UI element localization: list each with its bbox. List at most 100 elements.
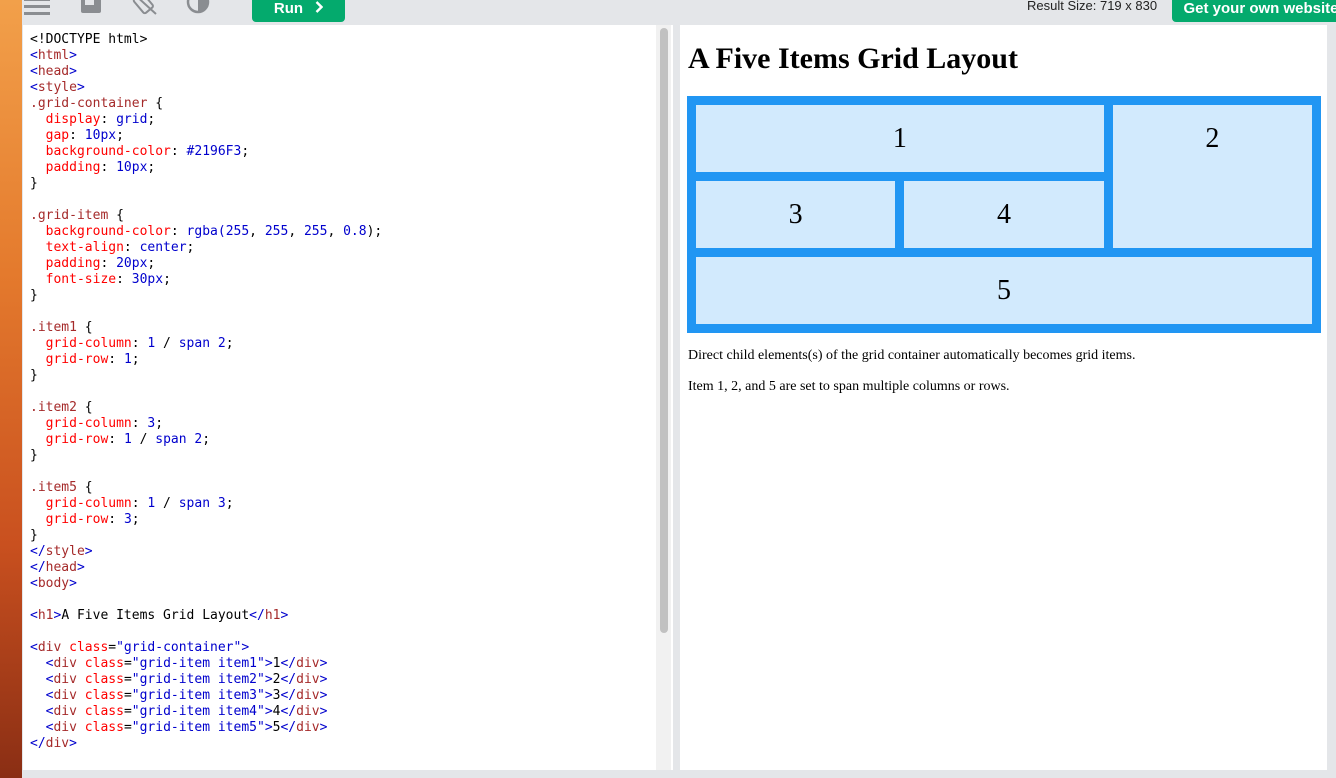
save-icon[interactable]	[80, 0, 102, 19]
code-token: :	[170, 144, 187, 159]
code-line[interactable]: background-color: rgba(255, 255, 255, 0.…	[30, 224, 660, 240]
code-token: head	[45, 560, 77, 575]
code-content[interactable]: <!DOCTYPE html> <html> <head> <style> .grid-…	[30, 32, 660, 752]
code-token: 1	[123, 352, 132, 367]
code-token: div	[296, 720, 320, 735]
code-token: span 2	[155, 432, 203, 447]
code-token: span 3	[178, 496, 226, 511]
code-token: :	[108, 432, 124, 447]
code-token: >	[280, 608, 289, 623]
code-line[interactable]: gap: 10px;	[30, 128, 660, 144]
orientation-icon[interactable]	[132, 0, 158, 21]
code-line[interactable]: <head>	[30, 64, 660, 80]
code-line[interactable]: grid-column: 1 / span 3;	[30, 496, 660, 512]
code-token: >	[84, 544, 93, 559]
menu-icon[interactable]	[24, 0, 50, 21]
grid-item-2: 2	[1112, 105, 1312, 248]
code-token: :	[123, 240, 140, 255]
code-line[interactable]: .item5 {	[30, 480, 660, 496]
code-token: padding	[30, 160, 101, 175]
code-line[interactable]: grid-row: 3;	[30, 512, 660, 528]
code-token: =	[123, 704, 132, 719]
code-token: =	[123, 688, 132, 703]
code-line[interactable]: }	[30, 176, 660, 192]
code-token: .grid-container	[30, 96, 148, 111]
code-line[interactable]: </style>	[30, 544, 660, 560]
code-line[interactable]	[30, 384, 660, 400]
code-token: 255	[264, 224, 289, 239]
code-line[interactable]: background-color: #2196F3;	[30, 144, 660, 160]
code-token: background-color	[30, 144, 171, 159]
code-line[interactable]	[30, 192, 660, 208]
code-line[interactable]: display: grid;	[30, 112, 660, 128]
code-token: class	[84, 688, 124, 703]
code-token: class	[84, 672, 124, 687]
desktop-background	[0, 0, 22, 778]
code-token: font-size	[30, 272, 117, 287]
code-token: style	[37, 80, 77, 95]
code-token: <	[30, 576, 38, 591]
code-line[interactable]: .grid-item {	[30, 208, 660, 224]
code-line[interactable]: .item1 {	[30, 320, 660, 336]
code-token: class	[69, 640, 109, 655]
editor-scroll-thumb[interactable]	[660, 28, 668, 633]
code-token: 30px	[131, 272, 164, 287]
code-token: >	[319, 704, 328, 719]
code-line[interactable]: <div class="grid-item item1">1</div>	[30, 656, 660, 672]
code-editor[interactable]: <!DOCTYPE html> <html> <head> <style> .grid-…	[23, 25, 673, 770]
code-token: center	[139, 240, 187, 255]
code-token: >	[264, 704, 273, 719]
code-token: <	[30, 80, 38, 95]
code-line[interactable]: grid-row: 1;	[30, 352, 660, 368]
code-line[interactable]: }	[30, 528, 660, 544]
code-token: h1	[37, 608, 54, 623]
code-line[interactable]: grid-column: 3;	[30, 416, 660, 432]
code-token: }	[30, 528, 38, 543]
code-line[interactable]: <div class="grid-item item2">2</div>	[30, 672, 660, 688]
code-line[interactable]: <!DOCTYPE html>	[30, 32, 660, 48]
code-token: </	[280, 720, 297, 735]
code-token: </	[30, 560, 46, 575]
code-token: :	[131, 416, 148, 431]
code-line[interactable]: .item2 {	[30, 400, 660, 416]
code-line[interactable]: <body>	[30, 576, 660, 592]
code-line[interactable]: </div>	[30, 736, 660, 752]
code-line[interactable]: grid-column: 1 / span 2;	[30, 336, 660, 352]
code-line[interactable]: padding: 10px;	[30, 160, 660, 176]
code-line[interactable]: text-align: center;	[30, 240, 660, 256]
code-line[interactable]: <html>	[30, 48, 660, 64]
code-token: :	[116, 272, 132, 287]
code-token: ;	[147, 160, 156, 175]
code-token: .item1	[30, 320, 77, 335]
code-line[interactable]	[30, 592, 660, 608]
code-token: rgba(	[186, 224, 226, 239]
code-line[interactable]: .grid-container {	[30, 96, 660, 112]
code-line[interactable]	[30, 304, 660, 320]
code-line[interactable]: }	[30, 448, 660, 464]
code-line[interactable]: <h1>A Five Items Grid Layout</h1>	[30, 608, 660, 624]
code-line[interactable]: </head>	[30, 560, 660, 576]
code-line[interactable]: <div class="grid-container">	[30, 640, 660, 656]
theme-toggle-icon[interactable]	[186, 0, 210, 21]
result-paragraph-1: Direct child elements(s) of the grid con…	[688, 348, 1136, 363]
code-token: div	[53, 720, 85, 735]
code-token: grid	[116, 112, 148, 127]
run-button[interactable]: Run	[252, 0, 345, 22]
code-line[interactable]: padding: 20px;	[30, 256, 660, 272]
code-line[interactable]: <style>	[30, 80, 660, 96]
code-line[interactable]: grid-row: 1 / span 2;	[30, 432, 660, 448]
get-your-own-website-button[interactable]: Get your own website	[1172, 0, 1336, 22]
code-line[interactable]	[30, 464, 660, 480]
code-line[interactable]: <div class="grid-item item3">3</div>	[30, 688, 660, 704]
code-token: >	[319, 688, 328, 703]
code-line[interactable]	[30, 624, 660, 640]
code-line[interactable]: }	[30, 288, 660, 304]
code-token: ;	[163, 272, 171, 287]
code-line[interactable]: font-size: 30px;	[30, 272, 660, 288]
code-line[interactable]: }	[30, 368, 660, 384]
code-line[interactable]: <div class="grid-item item4">4</div>	[30, 704, 660, 720]
code-token: ;	[225, 336, 234, 351]
editor-scrollbar[interactable]	[656, 25, 671, 770]
code-line[interactable]: <div class="grid-item item5">5</div>	[30, 720, 660, 736]
code-token: ,	[288, 224, 304, 239]
